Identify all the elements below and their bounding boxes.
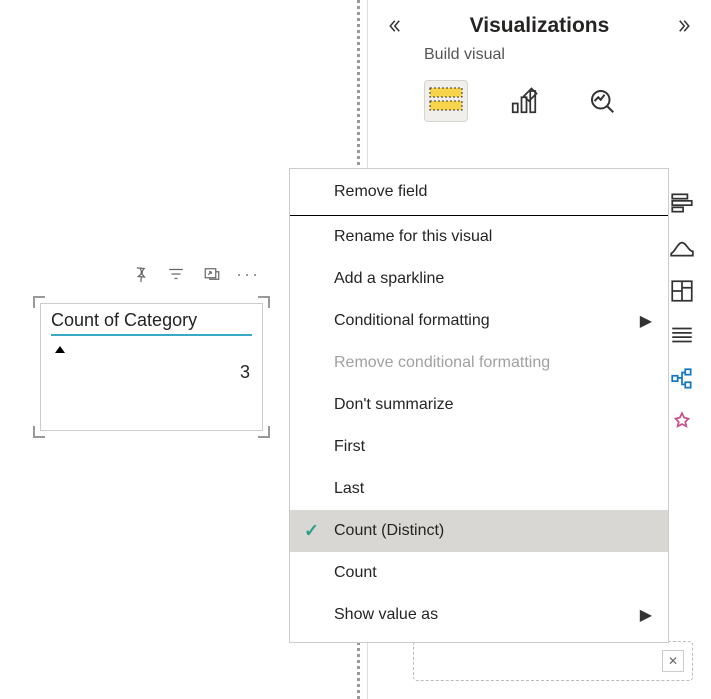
- card-visual[interactable]: Count of Category 3: [34, 297, 269, 437]
- build-visual-tab[interactable]: [424, 80, 468, 122]
- submenu-caret-icon: ▶: [640, 311, 652, 331]
- menu-count[interactable]: Count: [290, 552, 668, 594]
- menu-remove-field[interactable]: Remove field: [290, 169, 668, 216]
- sort-asc-icon[interactable]: [55, 346, 65, 353]
- field-context-menu: Remove field Rename for this visual Add …: [289, 168, 669, 643]
- viz-ribbon-icon[interactable]: [667, 232, 697, 262]
- menu-first[interactable]: First: [290, 426, 668, 468]
- build-tabs: [368, 74, 711, 134]
- pane-subtitle: Build visual: [368, 44, 711, 74]
- menu-sparkline[interactable]: Add a sparkline: [290, 258, 668, 300]
- check-icon: ✓: [304, 521, 319, 542]
- focus-mode-icon[interactable]: [202, 264, 222, 284]
- menu-conditional-formatting[interactable]: Conditional formatting ▶: [290, 300, 668, 342]
- expand-pane-right-icon[interactable]: [673, 14, 697, 38]
- menu-remove-conditional: Remove conditional formatting: [290, 342, 668, 384]
- visualization-gallery: [667, 188, 701, 438]
- viz-custom-icon[interactable]: [667, 408, 697, 438]
- field-drop-area[interactable]: ✕: [413, 641, 693, 681]
- menu-show-value-as[interactable]: Show value as ▶: [290, 594, 668, 636]
- more-options-icon[interactable]: ···: [238, 264, 258, 284]
- menu-count-distinct-label: Count (Distinct): [334, 522, 444, 539]
- pane-title: Visualizations: [470, 14, 610, 38]
- filter-icon[interactable]: [166, 264, 186, 284]
- collapse-pane-left-icon[interactable]: [382, 14, 406, 38]
- visual-title: Count of Category: [51, 310, 197, 331]
- viz-table-icon[interactable]: [667, 320, 697, 350]
- visual-content: Count of Category 3: [40, 303, 263, 431]
- menu-conditional-formatting-label: Conditional formatting: [334, 312, 490, 329]
- remove-field-button[interactable]: ✕: [662, 650, 684, 672]
- format-visual-tab[interactable]: [502, 80, 546, 122]
- viz-treemap-icon[interactable]: [667, 276, 697, 306]
- visual-value: 3: [51, 356, 252, 389]
- visual-column-header[interactable]: Count of Category: [51, 310, 252, 336]
- submenu-caret-icon: ▶: [640, 605, 652, 625]
- menu-last[interactable]: Last: [290, 468, 668, 510]
- viz-decomposition-icon[interactable]: [667, 364, 697, 394]
- menu-dont-summarize[interactable]: Don't summarize: [290, 384, 668, 426]
- visual-toolbar: ···: [130, 264, 258, 284]
- analytics-tab[interactable]: [580, 80, 624, 122]
- viz-stacked-bar-icon[interactable]: [667, 188, 697, 218]
- menu-rename[interactable]: Rename for this visual: [290, 216, 668, 258]
- pin-icon[interactable]: [130, 264, 150, 284]
- menu-count-distinct[interactable]: ✓ Count (Distinct): [290, 510, 668, 552]
- menu-show-value-as-label: Show value as: [334, 606, 438, 623]
